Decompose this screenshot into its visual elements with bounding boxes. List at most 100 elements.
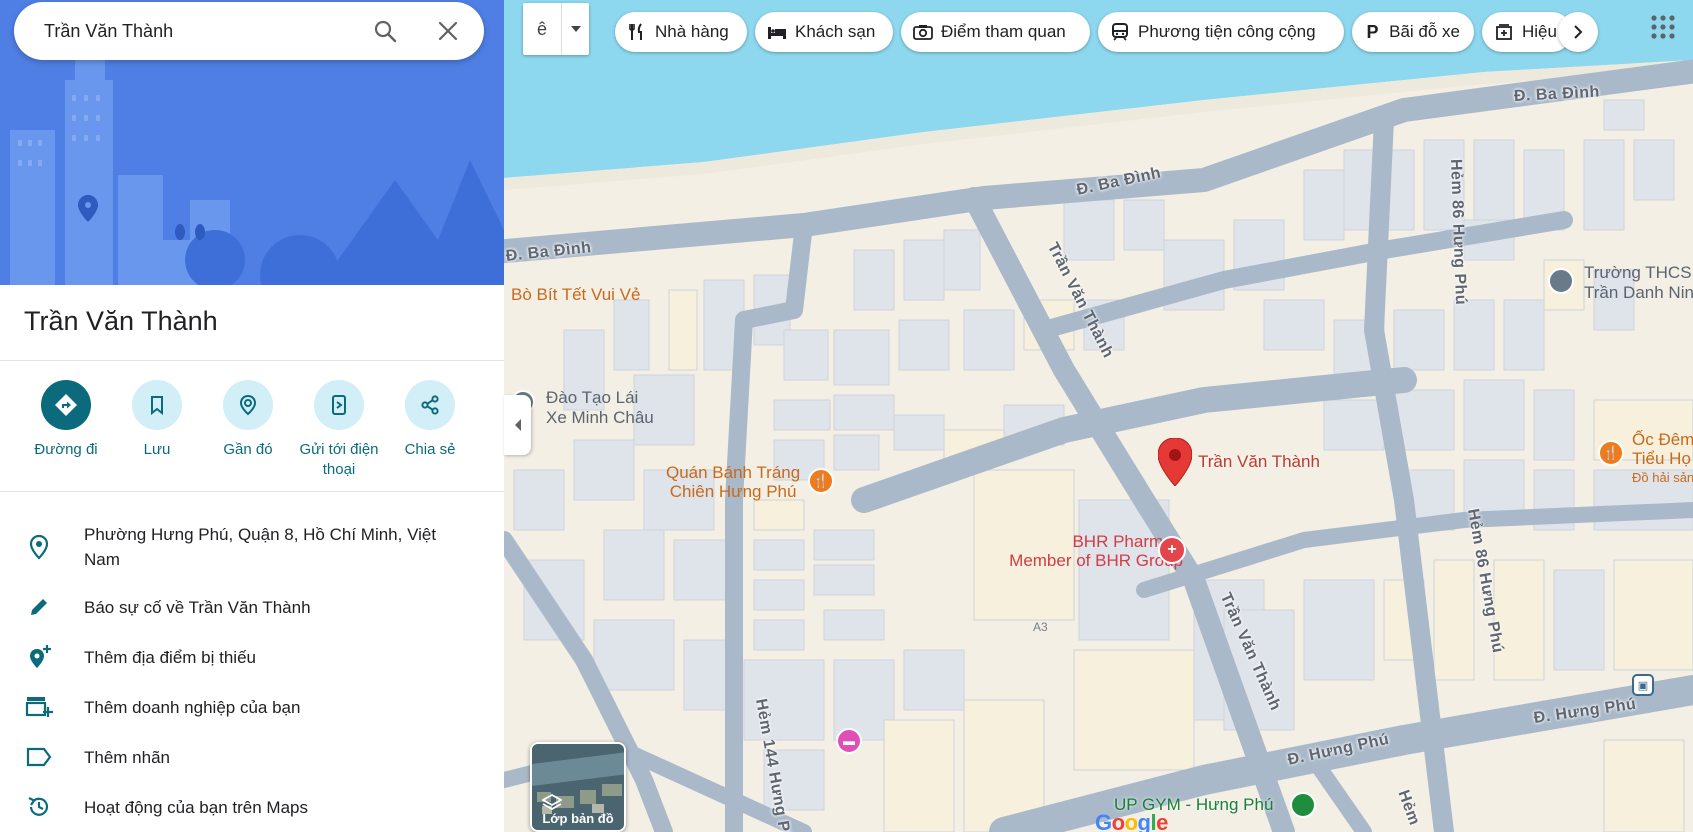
input-language-selector[interactable]: ê [523, 3, 589, 55]
map-layers-label: Lớp bản đồ [542, 811, 614, 826]
place-label-line: Trường THCS [1584, 263, 1692, 282]
restaurant-icon: 🍴 [1598, 440, 1624, 466]
nearby-label: Gần đó [223, 441, 273, 458]
maps-activity-row[interactable]: Hoạt động của bạn trên Maps [0, 792, 504, 824]
add-place-row[interactable]: Thêm địa điểm bị thiếu [0, 642, 504, 674]
place-label-bo-bit-tet[interactable]: Bò Bít Tết Vui Vẻ [511, 285, 640, 305]
send-to-phone-label: Gửi tới điện thoại [299, 441, 379, 478]
nearby-button[interactable]: Gần đó [202, 380, 294, 460]
google-logo: Google [1095, 810, 1168, 832]
google-apps-button[interactable] [1648, 12, 1678, 42]
add-place-text: Thêm địa điểm bị thiếu [84, 648, 256, 667]
address-row[interactable]: Phường Hưng Phú, Quận 8, Hồ Chí Minh, Vi… [0, 520, 504, 572]
place-panel: Trần Văn Thành Đường đi Lưu [0, 0, 504, 832]
camera-icon [913, 22, 933, 42]
chip-label: Điểm tham quan [941, 22, 1066, 41]
report-issue-row[interactable]: Báo sự cố về Trần Văn Thành [0, 592, 504, 624]
place-label-line: Trần Danh Ninh [1584, 283, 1693, 302]
place-label-line: Đồ hải sản [1632, 470, 1693, 485]
chip-public-transit[interactable]: Phương tiện công cộng [1098, 12, 1344, 52]
share-button[interactable]: Chia sẻ [384, 380, 476, 460]
place-label-line: Xe Minh Châu [546, 408, 654, 427]
input-language-value: ê [536, 18, 547, 39]
share-icon [421, 395, 439, 415]
directions-button[interactable]: Đường đi [20, 380, 112, 460]
send-to-phone-button[interactable]: Gửi tới điện thoại [293, 380, 385, 480]
chips-scroll-next-button[interactable] [1558, 12, 1598, 52]
gym-icon [1290, 792, 1316, 818]
pharmacy-icon [1494, 22, 1514, 42]
chip-hotels[interactable]: Khách sạn [755, 12, 893, 52]
add-business-icon [24, 692, 54, 722]
save-button[interactable]: Lưu [111, 380, 203, 460]
place-label-quan-banh-trang: Quán Bánh Tráng Chiên Hưng Phú [666, 463, 800, 501]
marker-label: Trần Văn Thành [1198, 452, 1320, 471]
search-input[interactable] [44, 19, 364, 43]
map-layers-button[interactable]: Lớp bản đồ [530, 742, 626, 832]
marker-pin-icon [1158, 438, 1192, 486]
bookmark-icon [151, 396, 163, 415]
clear-search-button[interactable] [432, 15, 464, 47]
school-icon [1548, 268, 1574, 294]
nearby-icon [239, 394, 257, 416]
address-text: Phường Hưng Phú, Quận 8, Hồ Chí Minh, Vi… [84, 525, 437, 569]
divider [0, 360, 504, 361]
parking-icon: P [1366, 21, 1379, 42]
building-label-a3: A3 [1033, 620, 1048, 634]
chip-attractions[interactable]: Điểm tham quan [901, 12, 1090, 52]
save-label: Lưu [143, 441, 171, 458]
map-canvas[interactable]: Đ. Ba Đình Đ. Ba Đình Đ. Ba Đình Trần Vă… [504, 0, 1693, 832]
location-pin-icon [24, 532, 54, 562]
add-label-text: Thêm nhãn [84, 748, 170, 767]
place-label-line: Chiên Hưng Phú [669, 482, 797, 501]
transit-icon [1110, 22, 1130, 42]
collapse-panel-button[interactable] [504, 395, 531, 455]
search-icon [374, 20, 397, 43]
place-label-line: Member of BHR Group [1009, 551, 1183, 570]
report-issue-text: Báo sự cố về Trần Văn Thành [84, 598, 311, 617]
chip-label: Khách sạn [795, 22, 876, 41]
add-label-row[interactable]: Thêm nhãn [0, 742, 504, 774]
pencil-icon [24, 592, 54, 622]
place-label-bhr-pharma: BHR Pharma - Member of BHR Group [973, 532, 1183, 570]
chip-label: Hiệu [1522, 22, 1557, 41]
hotel-icon[interactable]: ▬ [836, 728, 862, 754]
place-label-truong-thcs: Trường THCS Trần Danh Ninh [1584, 263, 1693, 303]
bus-stop-icon[interactable]: ▣ [1632, 674, 1654, 696]
chevron-right-icon [1574, 25, 1583, 39]
place-label-line: Đào Tạo Lái [546, 388, 639, 407]
chip-label: Phương tiện công cộng [1138, 22, 1316, 41]
save-circle [132, 380, 182, 430]
history-icon [24, 792, 54, 822]
directions-icon [55, 394, 77, 416]
layers-icon [542, 794, 562, 811]
place-label-line: Tiểu Họ [1632, 449, 1691, 468]
chip-parking[interactable]: P Bãi đỗ xe [1352, 12, 1474, 52]
place-label-line: Quán Bánh Tráng [666, 463, 801, 482]
place-label-line: Ốc Đêm [1632, 430, 1693, 449]
add-location-icon [24, 642, 54, 672]
place-label-oc-dem: Ốc Đêm Tiểu Họ Đồ hải sản [1632, 430, 1693, 487]
chip-label: Bãi đỗ xe [1389, 22, 1460, 41]
maps-app: Đ. Ba Đình Đ. Ba Đình Đ. Ba Đình Trần Vă… [0, 0, 1693, 832]
directions-label: Đường đi [34, 441, 98, 458]
send-to-phone-circle [314, 380, 364, 430]
send-to-phone-icon [332, 395, 346, 415]
add-business-row[interactable]: Thêm doanh nghiệp của bạn [0, 692, 504, 724]
place-title: Trần Văn Thành [24, 306, 218, 336]
chip-restaurants[interactable]: Nhà hàng [615, 12, 747, 52]
input-language-dropdown[interactable] [561, 3, 589, 55]
label-icon [24, 742, 54, 772]
chevron-left-icon [514, 419, 521, 431]
medical-icon: + [1158, 536, 1186, 564]
place-label-line: BHR Pharma - [1072, 532, 1183, 551]
search-button[interactable] [369, 15, 401, 47]
apps-grid-icon [1651, 15, 1675, 39]
close-icon [438, 21, 458, 41]
nearby-circle [223, 380, 273, 430]
caret-down-icon [570, 26, 581, 32]
maps-activity-text: Hoạt động của bạn trên Maps [84, 798, 308, 817]
directions-circle [41, 380, 91, 430]
share-label: Chia sẻ [404, 441, 456, 458]
place-label-dao-tao: Đào Tạo Lái Xe Minh Châu [546, 388, 654, 428]
